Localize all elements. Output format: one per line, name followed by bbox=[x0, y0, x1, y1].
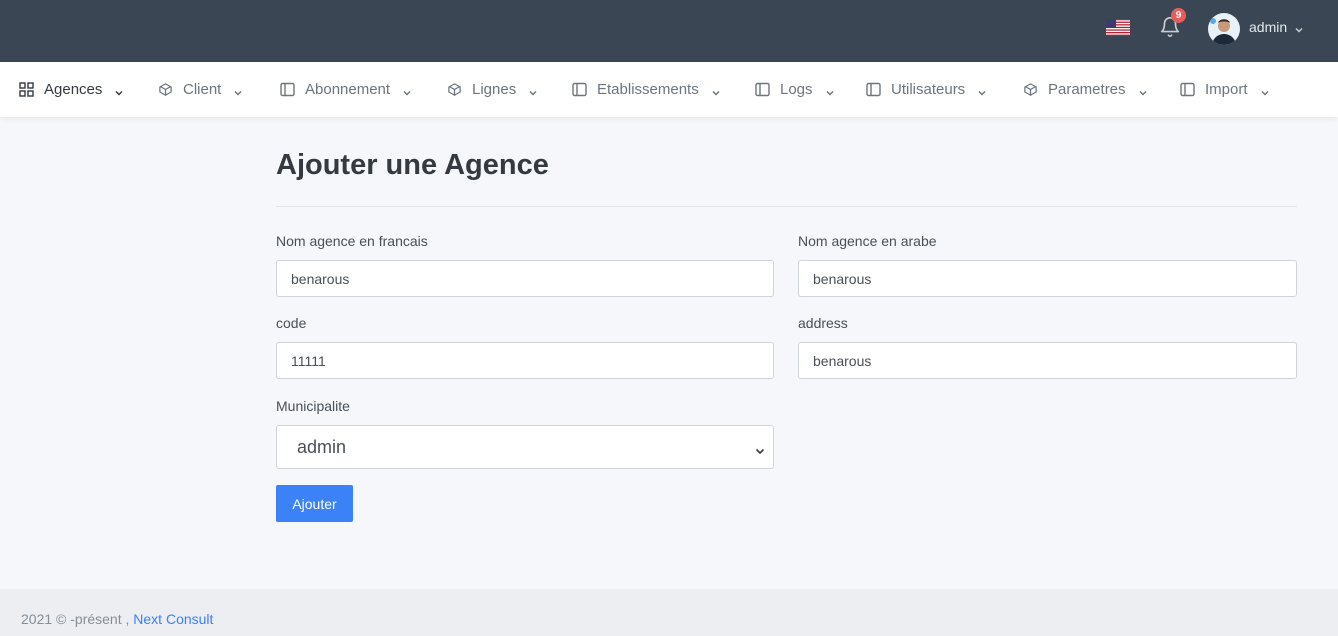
ajouter-button[interactable]: Ajouter bbox=[276, 485, 353, 522]
user-menu-name[interactable]: admin bbox=[1249, 19, 1287, 35]
nom-ar-input[interactable] bbox=[798, 260, 1297, 297]
nav-item-label: Client bbox=[183, 81, 222, 98]
nav-item-label: Utilisateurs bbox=[891, 81, 966, 98]
top-bar: 9 admin bbox=[0, 0, 1338, 62]
nav-item-label: Import bbox=[1205, 81, 1248, 98]
notification-count-badge: 9 bbox=[1171, 8, 1186, 23]
page-title: Ajouter une Agence bbox=[276, 149, 549, 181]
chevron-down-icon bbox=[233, 85, 243, 96]
title-divider bbox=[276, 206, 1297, 207]
box-icon bbox=[447, 82, 462, 97]
nom-fr-label: Nom agence en francais bbox=[276, 233, 428, 249]
sidebar-icon bbox=[755, 82, 770, 97]
nav-item-label: Abonnement bbox=[305, 81, 391, 98]
us-flag-icon[interactable] bbox=[1106, 19, 1130, 36]
chevron-down-icon bbox=[711, 85, 721, 96]
chevron-down-icon bbox=[755, 443, 765, 455]
municipalite-label: Municipalite bbox=[276, 398, 350, 414]
nom-fr-input[interactable] bbox=[276, 260, 774, 297]
nav-item-label: Lignes bbox=[472, 81, 517, 98]
sidebar-icon bbox=[572, 82, 587, 97]
address-label: address bbox=[798, 315, 848, 331]
nav-item-parametres[interactable]: Parametres bbox=[1023, 62, 1148, 117]
chevron-down-icon bbox=[1260, 85, 1270, 96]
chevron-down-icon bbox=[114, 85, 124, 96]
nav-item-abonnement[interactable]: Abonnement bbox=[280, 62, 412, 117]
user-avatar[interactable] bbox=[1208, 13, 1240, 45]
nav-item-label: Etablissements bbox=[597, 81, 699, 98]
sidebar-icon bbox=[280, 82, 295, 97]
nav-item-logs[interactable]: Logs bbox=[755, 62, 835, 117]
main-nav: Agences Client Abonnement Lignes Etablis… bbox=[0, 62, 1338, 117]
nom-ar-label: Nom agence en arabe bbox=[798, 233, 937, 249]
nav-item-utilisateurs[interactable]: Utilisateurs bbox=[866, 62, 987, 117]
chevron-down-icon bbox=[402, 85, 412, 96]
nav-item-client[interactable]: Client bbox=[158, 62, 243, 117]
footer-copyright: 2021 © -présent , bbox=[21, 611, 134, 627]
chevron-down-icon bbox=[1138, 85, 1148, 96]
sidebar-icon bbox=[866, 82, 881, 97]
box-icon bbox=[158, 82, 173, 97]
grid-icon bbox=[19, 82, 34, 97]
address-input[interactable] bbox=[798, 342, 1297, 379]
municipalite-select[interactable]: admin bbox=[276, 425, 774, 469]
box-icon bbox=[1023, 82, 1038, 97]
nav-item-agences[interactable]: Agences bbox=[19, 62, 124, 117]
sidebar-icon bbox=[1180, 82, 1195, 97]
nav-item-label: Parametres bbox=[1048, 81, 1126, 98]
nav-item-label: Agences bbox=[44, 81, 103, 98]
nav-item-label: Logs bbox=[780, 81, 813, 98]
code-label: code bbox=[276, 315, 307, 331]
municipalite-selected-value: admin bbox=[297, 437, 347, 457]
chevron-down-icon bbox=[825, 85, 835, 96]
footer-text: 2021 © -présent , Next Consult bbox=[21, 611, 213, 627]
code-input[interactable] bbox=[276, 342, 774, 379]
nav-item-lignes[interactable]: Lignes bbox=[447, 62, 538, 117]
chevron-down-icon[interactable] bbox=[1294, 22, 1304, 33]
chevron-down-icon bbox=[977, 85, 987, 96]
footer: 2021 © -présent , Next Consult bbox=[0, 589, 1338, 636]
nav-item-import[interactable]: Import bbox=[1180, 62, 1270, 117]
footer-company-link[interactable]: Next Consult bbox=[133, 611, 213, 627]
chevron-down-icon bbox=[528, 85, 538, 96]
nav-item-etablissements[interactable]: Etablissements bbox=[572, 62, 721, 117]
